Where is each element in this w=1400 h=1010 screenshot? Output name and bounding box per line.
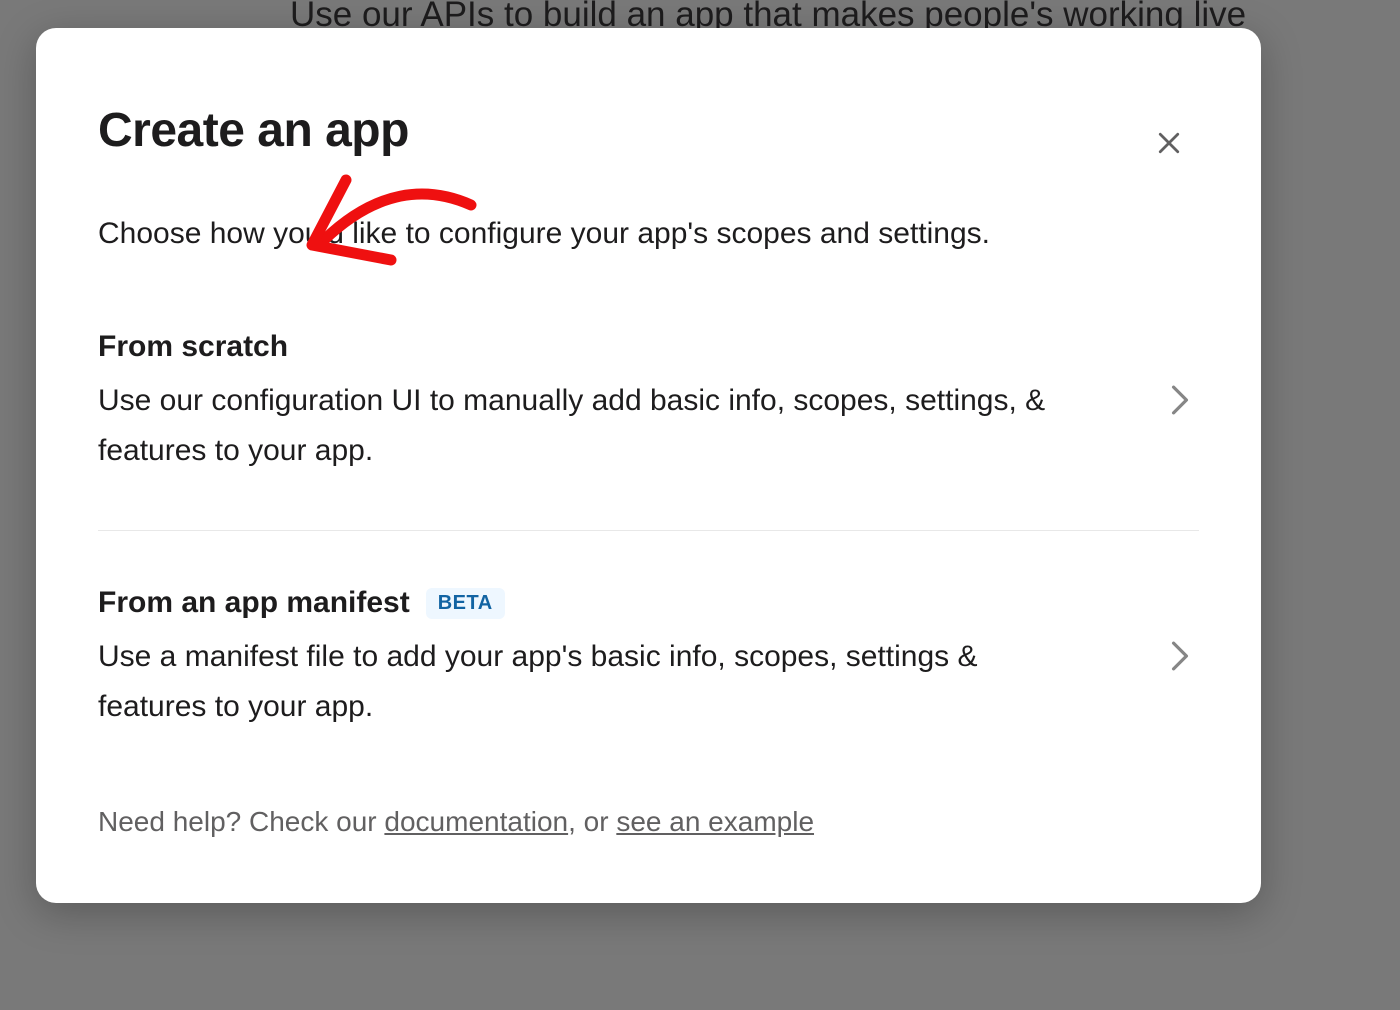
- modal-header: Create an app: [36, 28, 1261, 163]
- option-title-row: From an app manifest BETA: [98, 586, 1048, 620]
- modal-subtitle: Choose how you'd like to configure your …: [36, 163, 1261, 255]
- option-title-row: From scratch: [98, 330, 1048, 364]
- chevron-right-icon: [1169, 382, 1191, 423]
- option-title: From an app manifest: [98, 586, 410, 620]
- help-text: Need help? Check our documentation, or s…: [36, 786, 1261, 838]
- option-from-scratch[interactable]: From scratch Use our configuration UI to…: [36, 255, 1261, 530]
- help-prefix: Need help? Check our: [98, 806, 384, 837]
- option-desc: Use our configuration UI to manually add…: [98, 376, 1048, 475]
- close-button[interactable]: [1149, 123, 1189, 163]
- documentation-link[interactable]: documentation: [384, 806, 568, 837]
- option-content: From scratch Use our configuration UI to…: [98, 330, 1048, 475]
- option-content: From an app manifest BETA Use a manifest…: [98, 586, 1048, 731]
- create-app-modal: Create an app Choose how you'd like to c…: [36, 28, 1261, 903]
- option-from-manifest[interactable]: From an app manifest BETA Use a manifest…: [36, 531, 1261, 786]
- help-middle: , or: [568, 806, 616, 837]
- close-icon: [1154, 128, 1184, 158]
- chevron-right-icon: [1169, 638, 1191, 679]
- example-link[interactable]: see an example: [616, 806, 814, 837]
- beta-badge: BETA: [426, 588, 505, 619]
- modal-title: Create an app: [98, 103, 409, 158]
- option-title: From scratch: [98, 330, 288, 364]
- option-desc: Use a manifest file to add your app's ba…: [98, 632, 1048, 731]
